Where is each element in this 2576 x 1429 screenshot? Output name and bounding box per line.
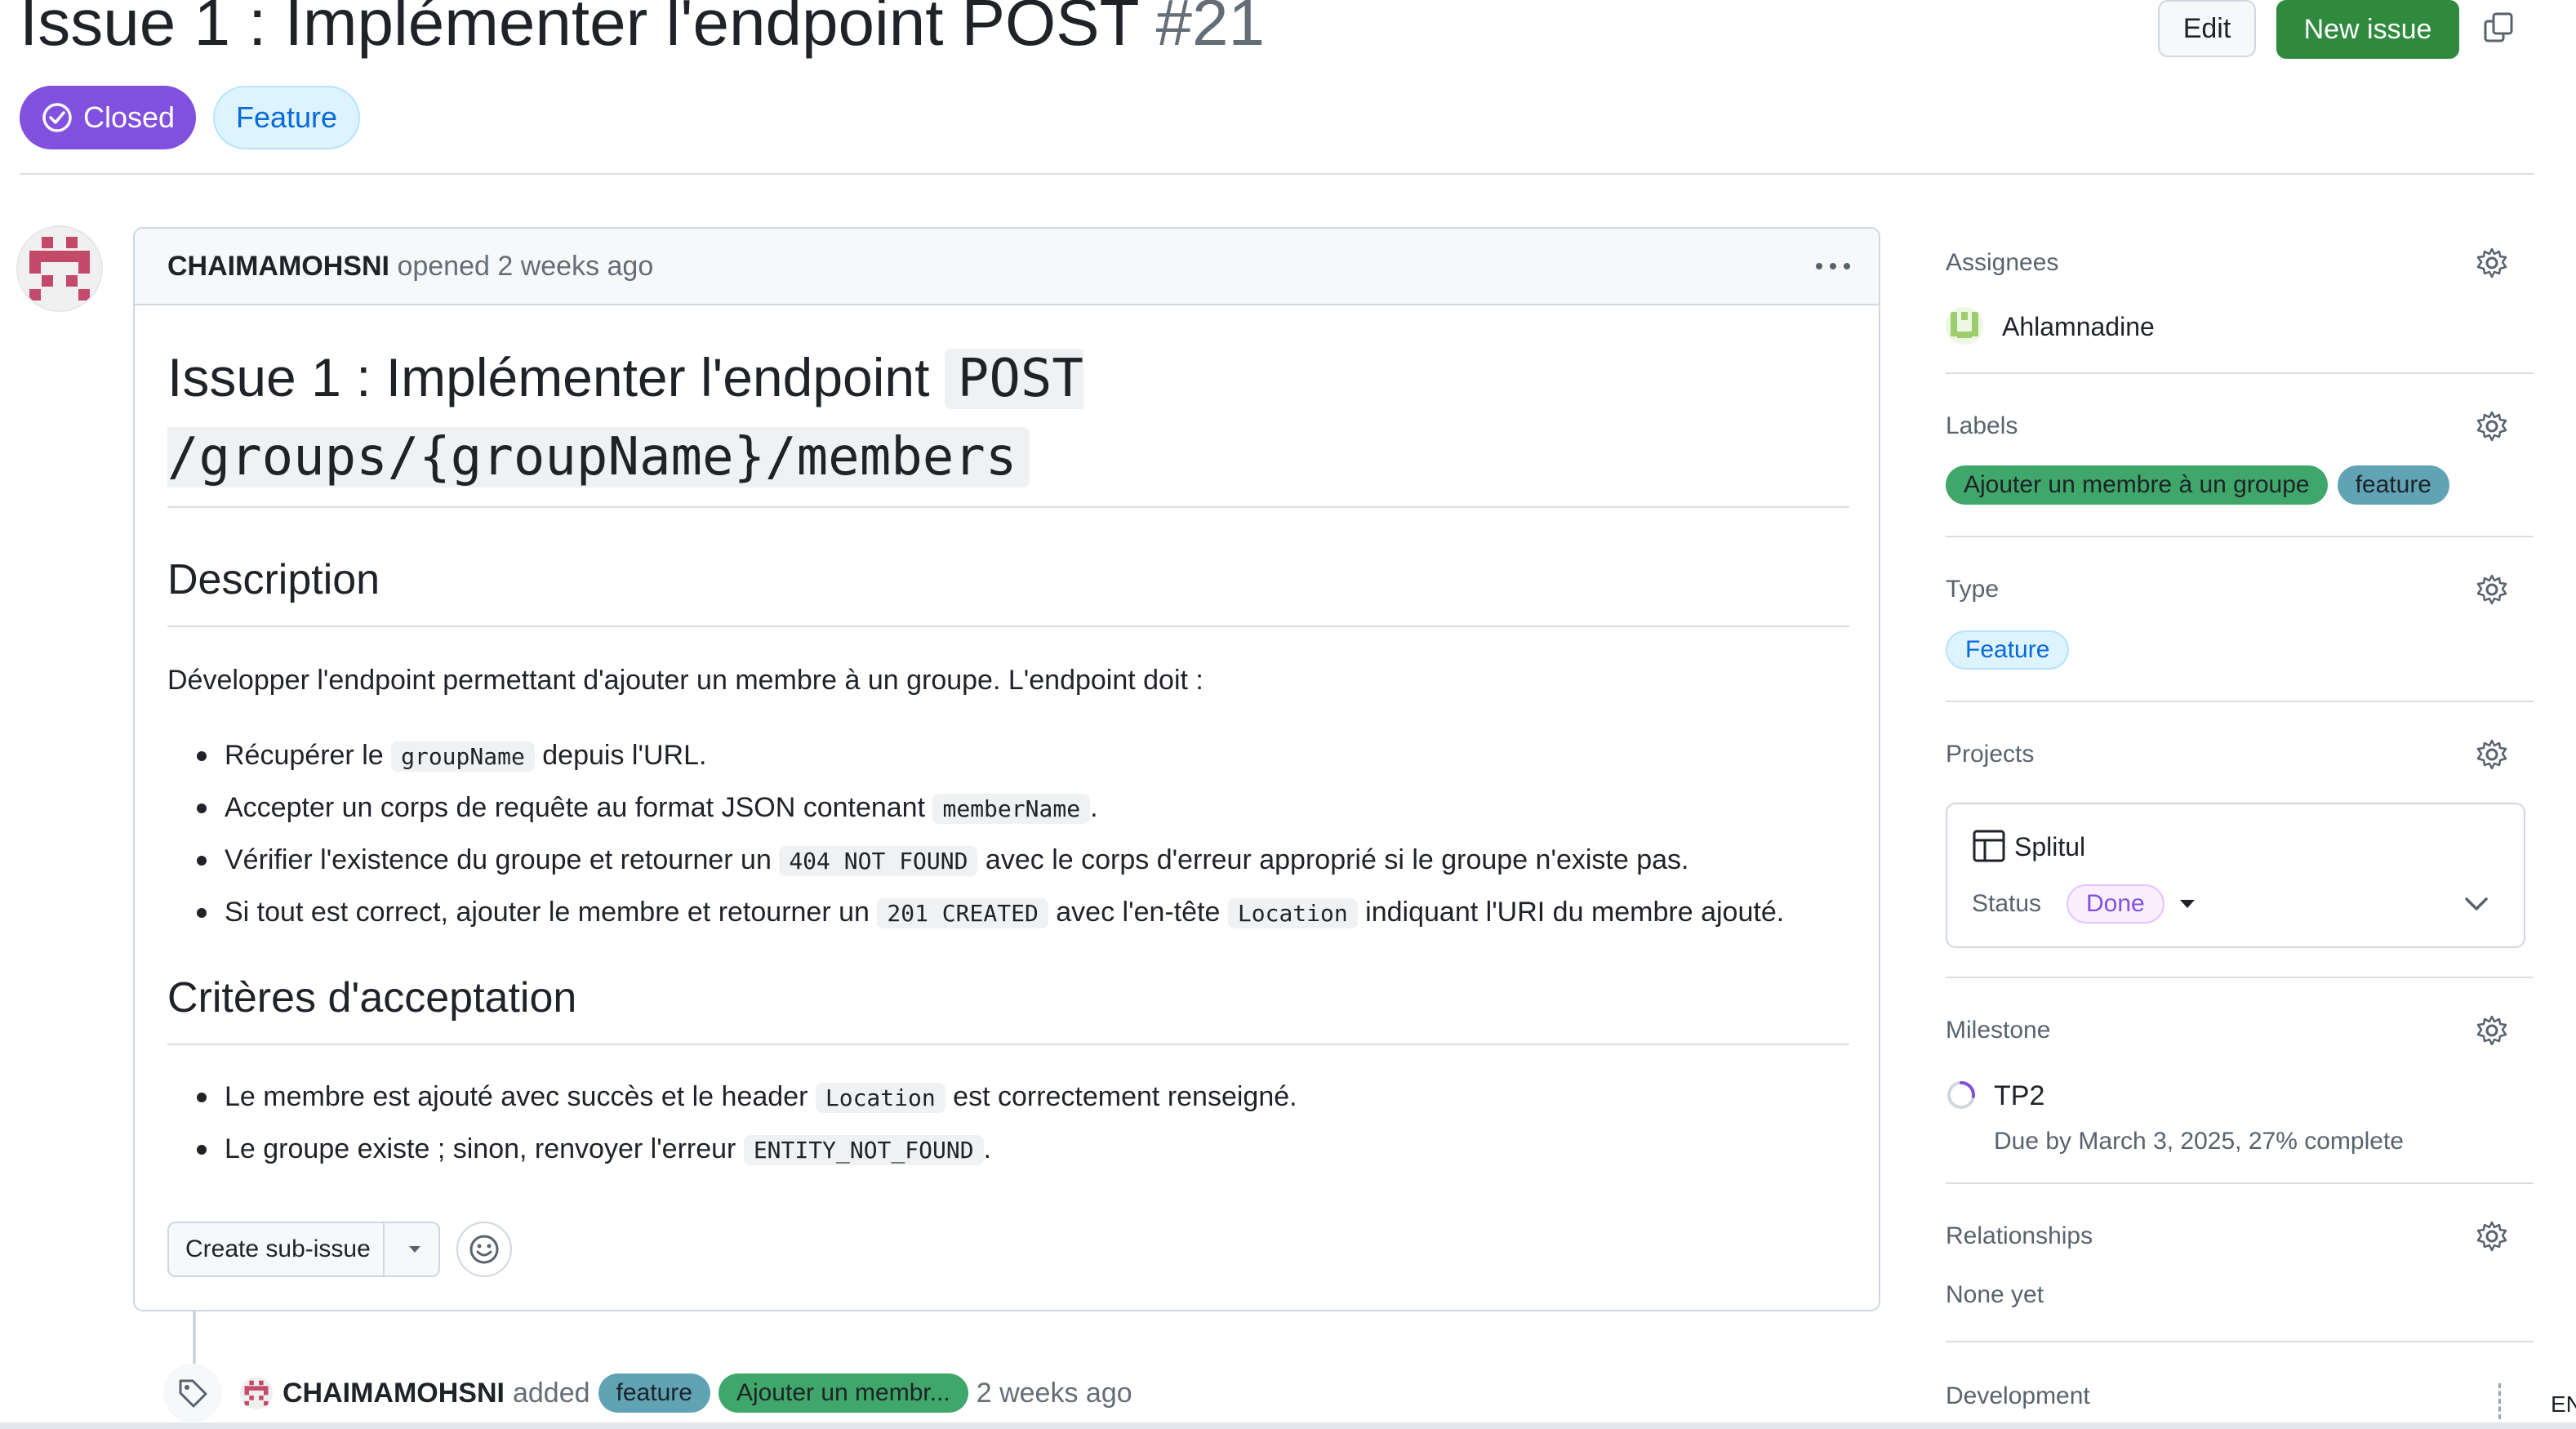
sidebar-divider xyxy=(1946,372,2534,374)
criteria-divider xyxy=(167,1044,1849,1045)
relationships-value: None yet xyxy=(1946,1281,2044,1308)
status-badge-label: Closed xyxy=(82,100,176,134)
gear-icon[interactable] xyxy=(2476,738,2508,771)
project-name[interactable]: Splitul xyxy=(2014,830,2085,863)
list-item: Le membre est ajouté avec succès et le h… xyxy=(197,1071,1297,1124)
table-icon xyxy=(1973,830,2005,862)
check-circle-icon xyxy=(42,103,72,132)
project-card: Splitul Status Done xyxy=(1946,803,2525,948)
comment-header: CHAIMAMOHSNI opened 2 weeks ago xyxy=(135,229,1879,305)
milestone-title: Milestone xyxy=(1946,1017,2051,1044)
button-divider xyxy=(383,1223,385,1275)
type-value-wrap: Feature xyxy=(1946,630,2070,670)
status-badge: Closed xyxy=(20,86,196,149)
avatar[interactable] xyxy=(16,225,103,312)
smiley-icon xyxy=(469,1235,499,1264)
inline-code: groupName xyxy=(391,741,535,772)
add-reaction-button[interactable] xyxy=(456,1222,512,1277)
status-label: Status xyxy=(1972,890,2042,917)
description-divider xyxy=(167,625,1849,627)
body-heading: Issue 1 : Implémenter l'endpoint POST /g… xyxy=(167,339,1849,496)
sidebar-divider xyxy=(1946,701,2534,702)
header-divider xyxy=(20,173,2534,175)
create-sub-issue-label: Create sub-issue xyxy=(185,1235,371,1262)
timeline-badge xyxy=(163,1364,222,1422)
timeline-line xyxy=(193,1311,196,1364)
comment-author[interactable]: CHAIMAMOHSNI xyxy=(167,251,389,282)
type-title: Type xyxy=(1946,576,2000,603)
sidebar-divider xyxy=(1946,536,2534,537)
body-heading-text: Issue 1 : Implémenter l'endpoint xyxy=(167,347,945,407)
assignees-title: Assignees xyxy=(1946,249,2059,276)
sidebar-divider xyxy=(1946,1341,2534,1342)
issue-body-comment: CHAIMAMOHSNI opened 2 weeks ago Issue 1 … xyxy=(133,227,1880,1311)
list-item: Accepter un corps de requête au format J… xyxy=(197,782,1784,835)
milestone-due: Due by March 3, 2025, 27% complete xyxy=(1994,1128,2404,1155)
sidebar-divider xyxy=(1946,1182,2534,1184)
issue-title-text: Issue 1 : Implémenter l'endpoint POST xyxy=(20,0,1140,59)
description-intro: Développer l'endpoint permettant d'ajout… xyxy=(167,665,1203,696)
gear-icon[interactable] xyxy=(2476,1220,2508,1253)
identicon xyxy=(18,227,101,310)
list-item: Vérifier l'existence du groupe et retour… xyxy=(197,835,1784,887)
caret-down-icon[interactable] xyxy=(2178,896,2197,912)
gear-icon[interactable] xyxy=(2476,573,2508,606)
label-ajouter-membre[interactable]: Ajouter un membr... xyxy=(718,1373,968,1413)
edit-button[interactable]: Edit xyxy=(2158,0,2256,57)
timeline-time[interactable]: 2 weeks ago xyxy=(977,1375,1132,1411)
create-sub-issue-button[interactable]: Create sub-issue xyxy=(167,1222,440,1277)
tag-icon xyxy=(179,1379,207,1408)
milestone-name[interactable]: TP2 xyxy=(1994,1080,2044,1112)
caret-down-icon[interactable] xyxy=(404,1238,425,1259)
assignee-name[interactable]: Ahlamnadine xyxy=(2002,310,2155,343)
list-item: Si tout est correct, ajouter le membre e… xyxy=(197,887,1784,939)
label-feature[interactable]: feature xyxy=(2337,465,2449,505)
timeline-event: CHAIMAMOHSNI added feature Ajouter un me… xyxy=(283,1373,1132,1413)
inline-code: Location xyxy=(1227,898,1358,928)
development-title: Development xyxy=(1946,1382,2090,1409)
status-value-wrap: Done xyxy=(2067,884,2164,924)
inline-code: 201 CREATED xyxy=(877,898,1048,928)
issue-type-badge: Feature xyxy=(213,86,360,149)
scroll-indicator xyxy=(2498,1383,2506,1419)
relationships-title: Relationships xyxy=(1946,1222,2093,1249)
comment-author-line: CHAIMAMOHSNI opened 2 weeks ago xyxy=(167,250,653,283)
criteria-heading: Critères d'acceptation xyxy=(167,974,577,1022)
label-feature[interactable]: feature xyxy=(598,1373,710,1413)
labels-list: Ajouter un membre à un groupe feature xyxy=(1946,465,2449,505)
milestone-icon xyxy=(1947,1081,1975,1109)
status-done-badge[interactable]: Done xyxy=(2067,884,2164,924)
gear-icon[interactable] xyxy=(2476,1014,2508,1047)
timeline-author[interactable]: CHAIMAMOHSNI xyxy=(283,1375,505,1411)
list-item: Le groupe existe ; sinon, renvoyer l'err… xyxy=(197,1124,1297,1176)
projects-title: Projects xyxy=(1946,741,2035,768)
labels-title: Labels xyxy=(1946,412,2018,439)
gear-icon[interactable] xyxy=(2476,410,2508,443)
type-badge[interactable]: Feature xyxy=(1946,630,2070,670)
gear-icon[interactable] xyxy=(2476,247,2508,279)
label-ajouter-membre[interactable]: Ajouter un membre à un groupe xyxy=(1946,465,2328,505)
bottom-scrollbar[interactable] xyxy=(0,1422,2576,1429)
inline-code: memberName xyxy=(932,794,1091,824)
comment-meta: opened 2 weeks ago xyxy=(397,251,654,282)
inline-code: 404 NOT FOUND xyxy=(779,846,978,876)
avatar[interactable] xyxy=(240,1377,273,1409)
inline-code: Location xyxy=(815,1083,945,1113)
description-list: Récupérer le groupName depuis l'URL. Acc… xyxy=(197,730,1784,939)
description-heading: Description xyxy=(167,556,380,603)
chevron-down-icon[interactable] xyxy=(2462,893,2491,915)
avatar[interactable] xyxy=(1946,307,1983,345)
kebab-icon[interactable] xyxy=(1813,258,1853,274)
new-issue-button[interactable]: New issue xyxy=(2276,0,2459,59)
issue-title: Issue 1 : Implémenter l'endpoint POST #21 xyxy=(20,0,1265,64)
inline-code: ENTITY_NOT_FOUND xyxy=(743,1135,984,1165)
heading-divider xyxy=(167,506,1849,508)
sidebar-divider xyxy=(1946,977,2534,978)
timeline-action: added xyxy=(512,1378,590,1409)
issue-number: #21 xyxy=(1155,0,1265,59)
list-item: Récupérer le groupName depuis l'URL. xyxy=(197,730,1784,782)
language-indicator: EN xyxy=(2551,1391,2576,1417)
copy-icon[interactable] xyxy=(2482,11,2515,44)
criteria-list: Le membre est ajouté avec succès et le h… xyxy=(197,1071,1297,1176)
